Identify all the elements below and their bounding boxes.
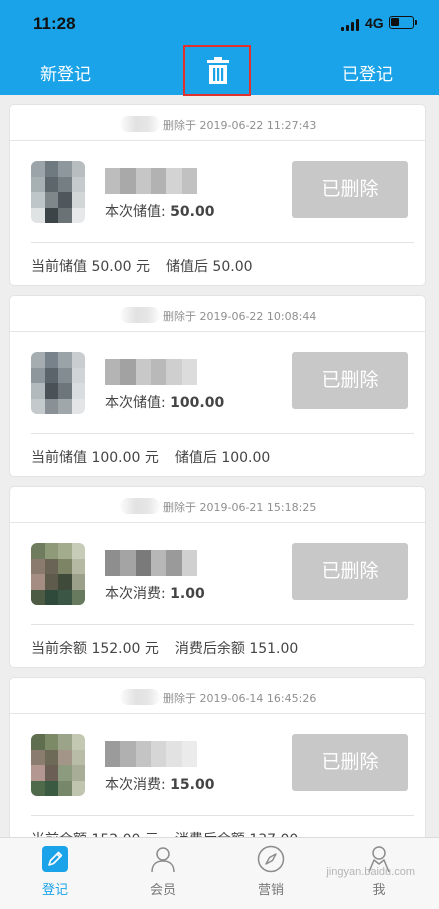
status-time: 11:28: [33, 14, 76, 33]
tab-label: 登记: [41, 883, 68, 898]
blurred-member-name: [105, 550, 197, 576]
tab-register[interactable]: 登记: [15, 838, 95, 909]
footer-before: 当前储值 50.00 元: [31, 259, 150, 275]
footer-before: 当前储值 100.00 元: [31, 450, 159, 466]
watermark: jingyan.baidu.com: [326, 866, 415, 878]
deleted-button[interactable]: 已删除: [292, 352, 408, 409]
tab-label: 我: [372, 883, 386, 898]
tab-members[interactable]: 会员: [123, 838, 203, 909]
record-footer: 当前余额 152.00 元消费后余额 151.00: [31, 638, 298, 658]
amount-label: 本次储值:: [105, 204, 166, 220]
blurred-member-name: [105, 741, 197, 767]
avatar: [31, 543, 85, 605]
pencil-icon: [42, 846, 68, 872]
divider: [31, 242, 414, 243]
compass-icon: [257, 845, 285, 873]
footer-after: 消费后余额 151.00: [174, 641, 299, 657]
trash-button[interactable]: [183, 45, 251, 96]
amount-label: 本次消费:: [105, 586, 166, 602]
status-bar: 11:28 4G: [0, 0, 439, 44]
avatar: [31, 352, 85, 414]
divider: [31, 815, 414, 816]
network-type: 4G: [365, 15, 384, 31]
amount-value: 1.00: [170, 586, 205, 602]
record-header: 删除于 2019-06-21 15:18:25: [10, 487, 425, 523]
record-footer: 当前储值 50.00 元储值后 50.00: [31, 256, 253, 276]
bottom-tab-bar: 登记 会员 营销 我 jingyan.baidu.com: [0, 837, 439, 909]
record-card: 删除于 2019-06-21 15:18:25 本次消费: 1.00 已删除 当…: [9, 486, 426, 668]
amount-line: 本次消费: 15.00: [105, 774, 214, 794]
record-card: 删除于 2019-06-22 11:27:43 本次储值: 50.00 已删除 …: [9, 104, 426, 286]
deleted-timestamp: 删除于 2019-06-14 16:45:26: [163, 692, 317, 705]
avatar: [31, 734, 85, 796]
blurred-operator: [120, 498, 160, 514]
blurred-operator: [120, 307, 160, 323]
deleted-button[interactable]: 已删除: [292, 161, 408, 218]
record-header: 删除于 2019-06-22 11:27:43: [10, 105, 425, 141]
trash-icon: [207, 57, 229, 84]
tab-label: 会员: [149, 883, 176, 898]
amount-value: 15.00: [170, 777, 215, 793]
amount-line: 本次储值: 50.00: [105, 201, 214, 221]
amount-line: 本次消费: 1.00: [105, 583, 205, 603]
divider: [31, 433, 414, 434]
avatar: [31, 161, 85, 223]
footer-before: 当前余额 152.00 元: [31, 641, 159, 657]
registered-tab[interactable]: 已登记: [342, 60, 393, 85]
blurred-operator: [120, 116, 160, 132]
blurred-member-name: [105, 168, 197, 194]
amount-value: 50.00: [170, 204, 215, 220]
amount-label: 本次储值:: [105, 395, 166, 411]
deleted-button[interactable]: 已删除: [292, 734, 408, 791]
tab-marketing[interactable]: 营销: [231, 838, 311, 909]
tab-label: 营销: [257, 883, 284, 898]
amount-value: 100.00: [170, 395, 225, 411]
signal-icon: [341, 19, 361, 31]
amount-label: 本次消费:: [105, 777, 166, 793]
record-footer: 当前储值 100.00 元储值后 100.00: [31, 447, 270, 467]
blurred-operator: [120, 689, 160, 705]
divider: [31, 624, 414, 625]
record-card: 删除于 2019-06-14 16:45:26 本次消费: 15.00 已删除 …: [9, 677, 426, 859]
amount-line: 本次储值: 100.00: [105, 392, 224, 412]
record-header: 删除于 2019-06-22 10:08:44: [10, 296, 425, 332]
deleted-button[interactable]: 已删除: [292, 543, 408, 600]
user-icon: [151, 847, 175, 873]
deleted-timestamp: 删除于 2019-06-22 11:27:43: [163, 119, 317, 132]
battery-icon: [389, 16, 417, 29]
footer-after: 储值后 100.00: [174, 450, 271, 466]
app-header: 11:28 4G 新登记 已登记: [0, 0, 439, 96]
record-header: 删除于 2019-06-14 16:45:26: [10, 678, 425, 714]
blurred-member-name: [105, 359, 197, 385]
deleted-timestamp: 删除于 2019-06-21 15:18:25: [163, 501, 317, 514]
record-card: 删除于 2019-06-22 10:08:44 本次储值: 100.00 已删除…: [9, 295, 426, 477]
deleted-timestamp: 删除于 2019-06-22 10:08:44: [163, 310, 317, 323]
footer-after: 储值后 50.00: [165, 259, 253, 275]
new-register-tab[interactable]: 新登记: [40, 60, 91, 85]
